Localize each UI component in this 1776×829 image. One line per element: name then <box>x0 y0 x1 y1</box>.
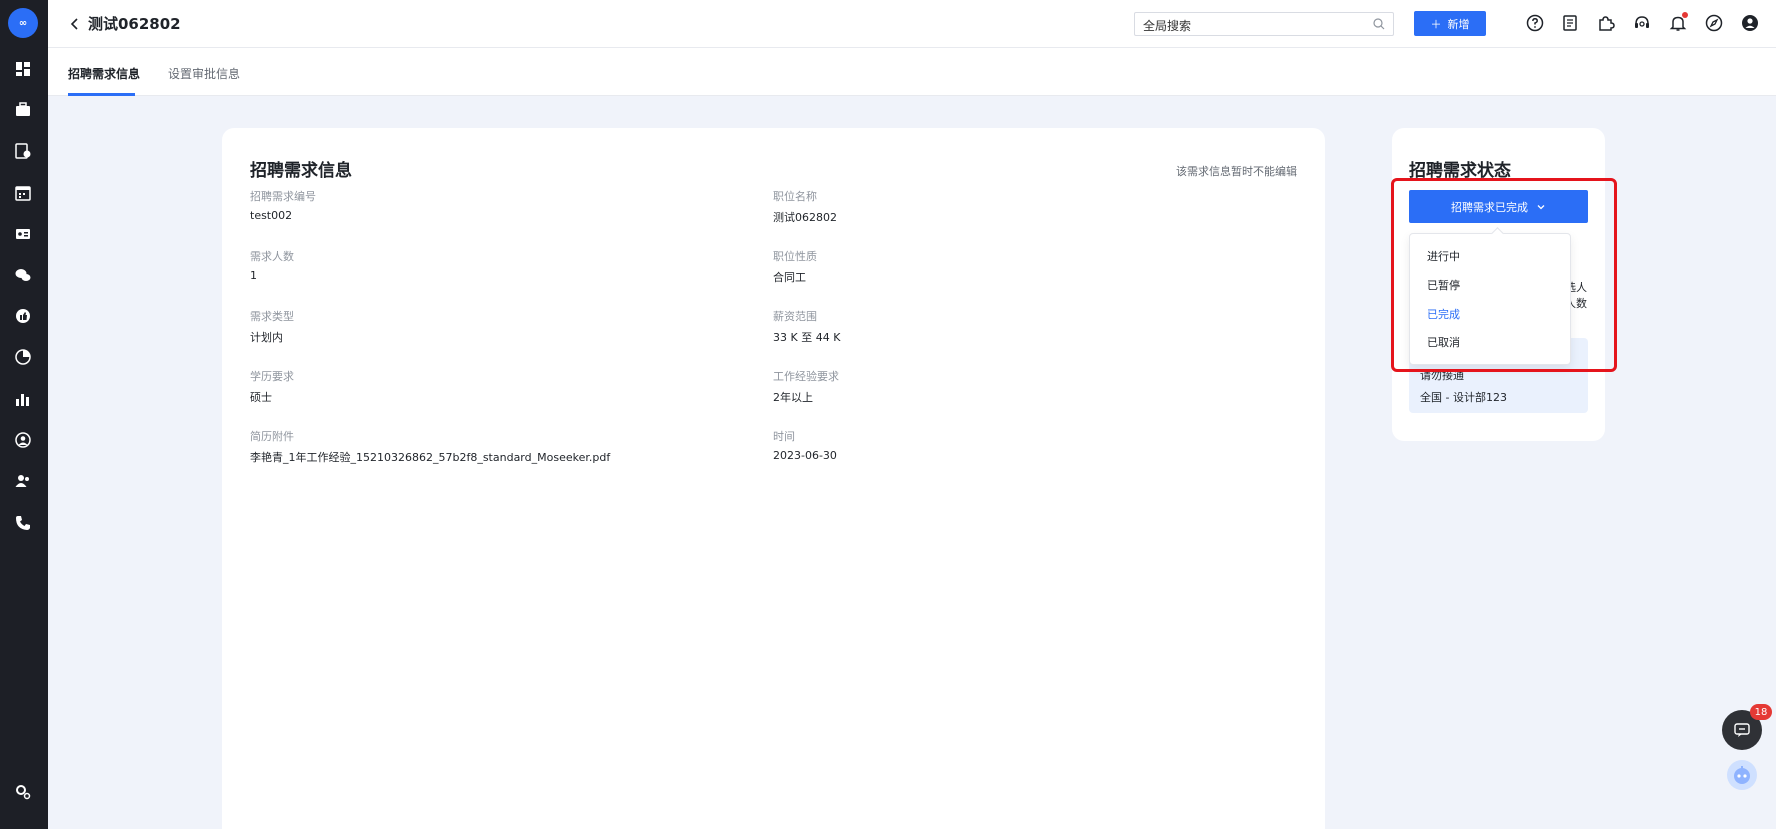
field-value: 测试062802 <box>773 211 837 224</box>
back-arrow-icon[interactable] <box>68 16 82 32</box>
field-label: 需求类型 <box>250 310 294 323</box>
info-value: 全国 - 设计部123 <box>1420 391 1507 404</box>
tab-bar: 招聘需求信息 设置审批信息 <box>48 48 1776 96</box>
page-title: 测试062802 <box>88 15 181 33</box>
briefcase-icon[interactable] <box>14 101 32 119</box>
pie-chart-icon[interactable] <box>14 348 32 366</box>
field-label: 时间 <box>773 430 795 443</box>
tab-recruit-info[interactable]: 招聘需求信息 <box>68 65 140 82</box>
wechat-icon[interactable] <box>14 266 32 284</box>
field-label: 工作经验要求 <box>773 370 839 383</box>
field-label: 职位名称 <box>773 190 817 203</box>
left-sidebar: ∞ <box>0 0 48 829</box>
settings-icon[interactable] <box>14 783 32 801</box>
help-icon[interactable] <box>1526 14 1544 32</box>
field-label: 需求人数 <box>250 250 294 263</box>
compass-icon[interactable] <box>1705 14 1723 32</box>
dashboard-icon[interactable] <box>14 60 32 78</box>
field-value: 33 K 至 44 K <box>773 331 841 344</box>
app-logo[interactable]: ∞ <box>8 8 38 38</box>
plus-icon: ＋ <box>1430 17 1442 31</box>
field-label: 薪资范围 <box>773 310 817 323</box>
field-value: 合同工 <box>773 271 806 284</box>
tab-approval-settings[interactable]: 设置审批信息 <box>168 65 240 82</box>
recruit-info-card: 招聘需求信息 该需求信息暂时不能编辑 招聘需求编号 test002 职位名称 测… <box>222 128 1325 829</box>
add-new-label: 新增 <box>1447 17 1470 31</box>
support-headset-icon[interactable] <box>1633 14 1651 32</box>
global-search-input[interactable]: 全局搜索 <box>1134 12 1394 36</box>
active-tab-indicator <box>68 93 135 96</box>
document-icon[interactable] <box>1561 14 1579 32</box>
field-value: 计划内 <box>250 331 283 344</box>
notification-dot <box>1682 12 1688 18</box>
calendar-icon[interactable] <box>14 184 32 202</box>
assistant-bot-button[interactable] <box>1727 760 1757 790</box>
chat-icon <box>1734 723 1750 737</box>
id-card-icon[interactable] <box>14 225 32 243</box>
field-value: test002 <box>250 209 293 222</box>
user-avatar-icon[interactable] <box>1741 14 1759 32</box>
field-label: 简历附件 <box>250 430 294 443</box>
search-placeholder: 全局搜索 <box>1143 19 1192 33</box>
field-label: 职位性质 <box>773 250 817 263</box>
add-new-button[interactable]: ＋ 新增 <box>1414 11 1486 36</box>
phone-icon[interactable] <box>14 514 32 532</box>
schedule-doc-icon[interactable] <box>14 142 32 160</box>
chat-unread-badge: 18 <box>1750 704 1772 720</box>
field-label: 学历要求 <box>250 370 294 383</box>
plugin-icon[interactable] <box>1597 14 1615 32</box>
field-value: 2年以上 <box>773 391 813 404</box>
field-value: 硕士 <box>250 391 272 404</box>
resume-attachment-link[interactable]: 李艳青_1年工作经验_15210326862_57b2f8_standard_M… <box>250 449 610 465</box>
notification-bell-icon[interactable] <box>1669 12 1688 32</box>
chat-float-button[interactable]: 18 <box>1722 704 1772 750</box>
field-value: 1 <box>250 269 257 282</box>
user-circle-icon[interactable] <box>14 431 32 449</box>
bar-chart-icon[interactable] <box>14 390 32 408</box>
thumbs-up-icon[interactable] <box>14 307 32 325</box>
users-icon[interactable] <box>14 472 32 490</box>
search-icon[interactable] <box>1373 18 1385 30</box>
field-label: 招聘需求编号 <box>250 190 316 203</box>
edit-disabled-note: 该需求信息暂时不能编辑 <box>1176 165 1297 178</box>
card-title: 招聘需求信息 <box>250 161 352 181</box>
highlight-box <box>1391 178 1617 372</box>
robot-icon <box>1734 766 1750 784</box>
top-header: 测试062802 全局搜索 ＋ 新增 <box>48 0 1776 48</box>
field-value: 2023-06-30 <box>773 449 837 462</box>
